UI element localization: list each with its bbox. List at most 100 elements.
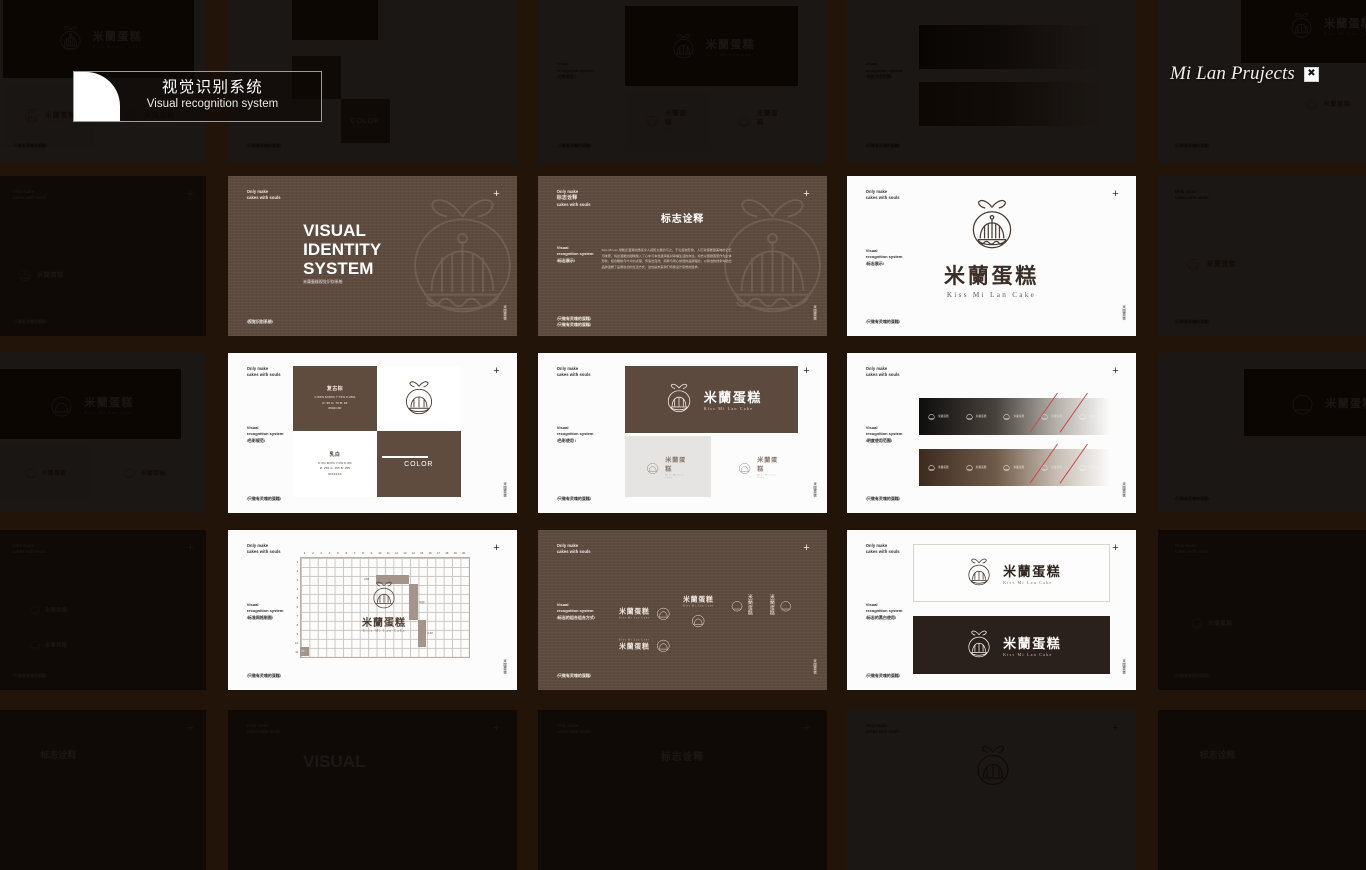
thumbnail-tile[interactable]: Only makecakes with souls Visualrecognit… xyxy=(538,0,827,162)
swatch-logo-preview xyxy=(376,365,461,432)
slide-section: Visual recognition system /色彩规范/ xyxy=(246,425,284,443)
broken-image-icon[interactable]: ✖ xyxy=(1303,66,1319,82)
brand-name-cn: 米蘭蛋糕 xyxy=(703,390,762,406)
brand-name-en: Kiss Mi Lan Cake xyxy=(664,472,684,479)
brand-name-cn: 米蘭蛋糕 xyxy=(757,456,779,473)
thumbnail-tile[interactable]: Only make cakes with souls + 米蘭蛋糕 米蘭蛋糕 /只… xyxy=(0,530,206,690)
side-strip: 米蘭蛋糕 xyxy=(502,481,507,497)
brand-name-cn: 米蘭蛋糕 xyxy=(944,264,1039,289)
slide-footer: /只做有灵魂的蛋糕/ xyxy=(12,142,47,148)
slide-section: Visual recognition system /标志的黑白使用/ xyxy=(865,602,903,620)
slide-section: Visual recognition system /明度使用范围/ xyxy=(865,425,903,443)
grid-row-number: 4 xyxy=(296,586,299,591)
side-strip: 米蘭蛋糕 xyxy=(812,481,817,497)
plus-icon: + xyxy=(803,721,810,734)
gradient-bar-brown: 米蘭蛋糕 米蘭蛋糕 米蘭蛋糕 米蘭蛋糕 米蘭蛋糕 xyxy=(919,443,1110,486)
cake-logo-icon xyxy=(1303,95,1320,112)
grid-row-number: 11 xyxy=(295,649,299,654)
thumbnail-tile-gradient-range[interactable]: Only make cakes with souls + Visual recogn… xyxy=(847,353,1136,513)
side-strip: 米蘭蛋糕 xyxy=(502,658,507,674)
thumbnail-tile[interactable]: Only make cakes with souls + xyxy=(847,710,1136,870)
brand-name-cn: 米蘭蛋糕 xyxy=(1323,17,1366,30)
thumbnail-tile-lockups[interactable]: Only make cakes with souls + Visual recogn… xyxy=(538,530,827,690)
brand-name-en: Kiss Mi Lan Cake xyxy=(703,406,754,412)
slide-body-text: Kiss Mi Lan 用糕点温润的质感令人感知大量的与之、于礼造物形象、人们对… xyxy=(601,248,732,270)
slide-tagline: Only make 标志诠释 cakes with souls xyxy=(556,188,591,208)
logo-mini: 米蘭蛋糕 xyxy=(1078,412,1100,421)
slide-footer: /只做有灵魂的蛋糕/ xyxy=(556,495,592,501)
thumbnail-tile[interactable]: Only makecakes with souls Visualrecognit… xyxy=(847,0,1136,162)
plus-icon: + xyxy=(1112,721,1119,734)
slide-footer: /只做有灵魂的蛋糕/ xyxy=(246,672,282,678)
thumbnail-tile-color-spec[interactable]: Only make cakes with souls + Visual recogn… xyxy=(228,353,517,513)
cake-logo-icon xyxy=(729,597,745,613)
brand-name-en: Kiss Mi Lan Cake xyxy=(1003,652,1053,658)
slide-tagline: Only make cakes with souls xyxy=(865,542,900,554)
slide-title: 标志诠释 xyxy=(40,750,77,761)
grid-col-number: 5 xyxy=(337,551,339,556)
thumbnail-tile-color-usage[interactable]: Only make cakes with souls + Visual recogn… xyxy=(538,353,827,513)
slide-footer: /只做有灵魂的蛋糕/ xyxy=(1174,142,1210,148)
cake-logo-icon xyxy=(962,556,996,590)
cake-logo-icon xyxy=(961,195,1023,257)
grid-col-number: 17 xyxy=(436,551,441,556)
grid-col-number: 20 xyxy=(461,551,466,556)
brand-name-cn: 米蘭蛋糕 xyxy=(41,470,67,477)
grid-row-number: 5 xyxy=(296,595,299,600)
grid-row-number: 8 xyxy=(296,622,299,627)
logo-mini: 米蘭蛋糕 xyxy=(965,412,987,421)
grid-col-number: 2 xyxy=(312,551,314,556)
cake-logo-icon xyxy=(644,458,661,475)
slide-footer: /只做有灵魂的蛋糕/ xyxy=(12,672,47,678)
thumbnail-tile[interactable]: + 标志诠释 xyxy=(0,710,206,870)
cake-logo-icon xyxy=(46,389,77,420)
cake-logo-icon xyxy=(1287,387,1318,418)
brand-name-en: Kiss Mi Lan Cake xyxy=(757,472,777,479)
thumbnail-tile[interactable]: Only makecakes with souls + 米蘭蛋糕 /只做有灵魂的… xyxy=(0,176,206,336)
grid-col-number: 11 xyxy=(386,551,390,556)
thumbnail-tile[interactable]: 米蘭蛋糕 /只做有灵魂的蛋糕/ xyxy=(1158,353,1366,513)
grid-row-number: 7 xyxy=(296,613,299,618)
brand-name-en: Kiss Mi Lan Cake xyxy=(1323,30,1366,36)
thumbnail-tile-backgrounds[interactable]: Only make cakes with souls + Visual recogn… xyxy=(847,530,1136,690)
cake-logo-icon xyxy=(668,31,699,62)
brand-name-en: Kiss Mi Lan Cake xyxy=(1003,580,1053,586)
color-label: COLOR xyxy=(350,117,380,125)
cake-logo-icon xyxy=(22,107,41,126)
logo-construction-grid: 1 2 3 4 5 6 7 8 9 10 11 12 13 14 15 16 17 18 19 20 12345678… xyxy=(295,551,470,659)
cake-logo-icon xyxy=(736,458,753,475)
side-strip: 米蘭蛋糕 xyxy=(502,304,507,320)
grid-column-numbers: 1 2 3 4 5 6 7 8 9 10 11 12 13 14 15 16 17 18 19 20 xyxy=(300,551,468,555)
brand-name-cn: 米蘭蛋糕 xyxy=(618,608,650,616)
thumbnail-tile-grid-spec[interactable]: Only make cakes with souls + Visual recogn… xyxy=(228,530,517,690)
thumbnail-tile[interactable]: + 标志诠释 xyxy=(1158,710,1366,870)
thumbnail-tile[interactable]: Only makecakes with souls + 米蘭蛋糕 /只做有灵魂的… xyxy=(1158,530,1366,690)
thumbnail-tile[interactable]: Only make cakes with souls + 标志诠释 xyxy=(538,710,827,870)
thumbnail-tile-cover[interactable]: Only make cakes with souls + VISUAL IDENT… xyxy=(228,176,517,336)
logo-mini: 米蘭蛋糕 xyxy=(1002,463,1024,472)
thumbnail-tile[interactable]: Only make cakes with souls 米蘭蛋糕 /只做有灵魂的蛋糕… xyxy=(1158,176,1366,336)
grid-col-number: 8 xyxy=(362,551,364,556)
grid-row-number: 10 xyxy=(295,640,299,645)
grid-row-number: 6 xyxy=(296,604,299,609)
thumbnail-tile-logo-display[interactable]: Only make cakes with souls + Visual recogn… xyxy=(847,176,1136,336)
slide-tagline: Only make cakes with souls xyxy=(865,365,900,377)
brand-name-cn: 米蘭蛋糕 xyxy=(757,109,779,126)
slide-section: Visual recognition system /标志展示/ xyxy=(556,244,594,263)
gradient-bar-mono: 米蘭蛋糕 米蘭蛋糕 米蘭蛋糕 米蘭蛋糕 米蘭蛋糕 xyxy=(919,392,1110,435)
plus-icon: + xyxy=(803,187,810,200)
window-title-bar: Mi Lan Prujects ✖ xyxy=(1170,63,1319,85)
slide-tagline: Only make cakes with souls xyxy=(1174,542,1209,554)
gradient-bar-brown xyxy=(919,82,1110,126)
plus-icon: + xyxy=(803,364,810,377)
brand-name-cn: 米蘭蛋糕 xyxy=(45,111,76,120)
thumbnail-tile-logo-meaning[interactable]: Only make 标志诠释 cakes with souls + 标志诠释 V… xyxy=(538,176,827,336)
cake-logo-icon xyxy=(28,603,42,617)
slide-title: 标志诠释 xyxy=(660,213,705,225)
cake-logo-icon xyxy=(367,579,401,613)
slide-tagline: Only make cakes with souls xyxy=(1174,188,1209,200)
thumbnail-tile[interactable]: 米蘭蛋糕 Kiss Mi Lan Cake 米蘭蛋糕 米蘭蛋糕 xyxy=(0,353,206,513)
thumbnail-tile[interactable]: Only make cakes with souls + VISUAL xyxy=(228,710,517,870)
visual-recognition-badge[interactable]: 视觉识别系统 Visual recognition system xyxy=(73,71,322,122)
brand-name-cn: 米蘭蛋糕 xyxy=(682,595,714,604)
